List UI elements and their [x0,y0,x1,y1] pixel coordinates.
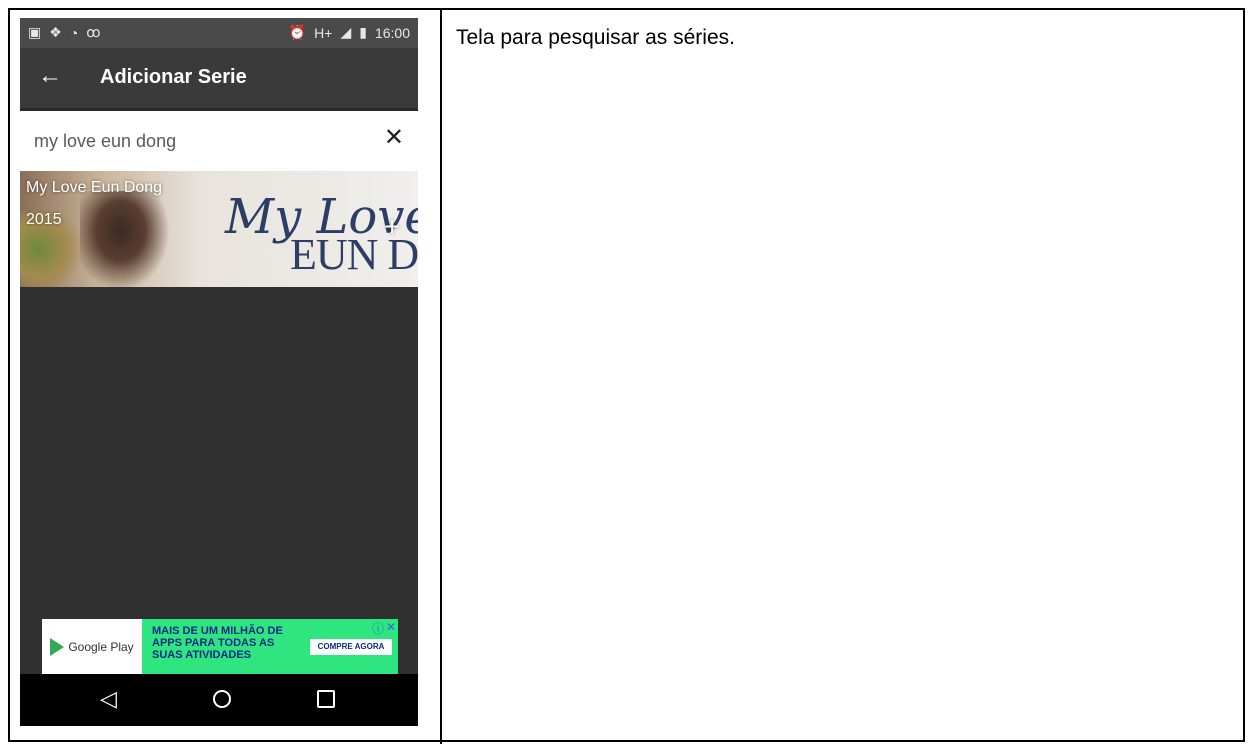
arrow-left-icon[interactable]: ← [38,62,62,90]
system-nav-bar: ◁ [20,674,418,726]
series-year: 2015 [26,211,62,228]
status-time: 16:00 [374,24,410,41]
status-bar: ▣ ❖ ◔ ꝏ ⏰ H+ ◢ ▮ 16:00 [20,18,418,48]
search-input[interactable] [32,127,366,155]
wifi-icon: ◔ [69,24,79,41]
close-icon[interactable]: ✕ [384,123,404,152]
square-recents-icon[interactable] [317,690,335,708]
triangle-back-icon[interactable]: ◁ [100,686,117,712]
circle-home-icon[interactable] [213,690,231,708]
screen-description: Tela para pesquisar as séries. [456,26,735,49]
google-play-icon [50,637,65,656]
page-title: Adicionar Serie [100,66,247,88]
ad-brand: Google Play [68,639,134,654]
poster-actress [80,191,170,287]
ad-cta-button[interactable]: COMPRE AGORA [310,639,392,655]
ad-text: MAIS DE UM MILHÃO DE APPS PARA TODAS AS … [152,625,283,661]
series-title: My Love Eun Dong [26,179,163,196]
alarm-icon: ⏰ [288,24,307,40]
table-divider [440,8,442,744]
ad-banner[interactable]: Google Play MAIS DE UM MILHÃO DE APPS PA… [42,619,398,674]
app-bar: ← Adicionar Serie [20,48,418,111]
signal-icon: ◢ [340,24,352,40]
gallery-icon: ▣ [28,24,42,40]
series-result-card[interactable]: My Love EUN D My Love Eun Dong 2015 + [20,171,418,287]
ad-info-icon[interactable]: ⓘ [372,620,384,637]
google-play-logo: Google Play [42,619,142,674]
phone-screenshot: ▣ ❖ ◔ ꝏ ⏰ H+ ◢ ▮ 16:00 ← Adicionar Serie… [20,18,418,726]
search-bar: ✕ [20,111,418,171]
ad-content: MAIS DE UM MILHÃO DE APPS PARA TODAS AS … [142,619,398,674]
network-type: H+ [314,24,333,41]
voicemail-icon: ꝏ [86,24,101,40]
dropbox-icon: ❖ [49,24,62,40]
battery-icon: ▮ [359,24,367,40]
plus-icon[interactable]: + [384,211,400,243]
ad-close-icon[interactable]: ✕ [386,620,396,634]
